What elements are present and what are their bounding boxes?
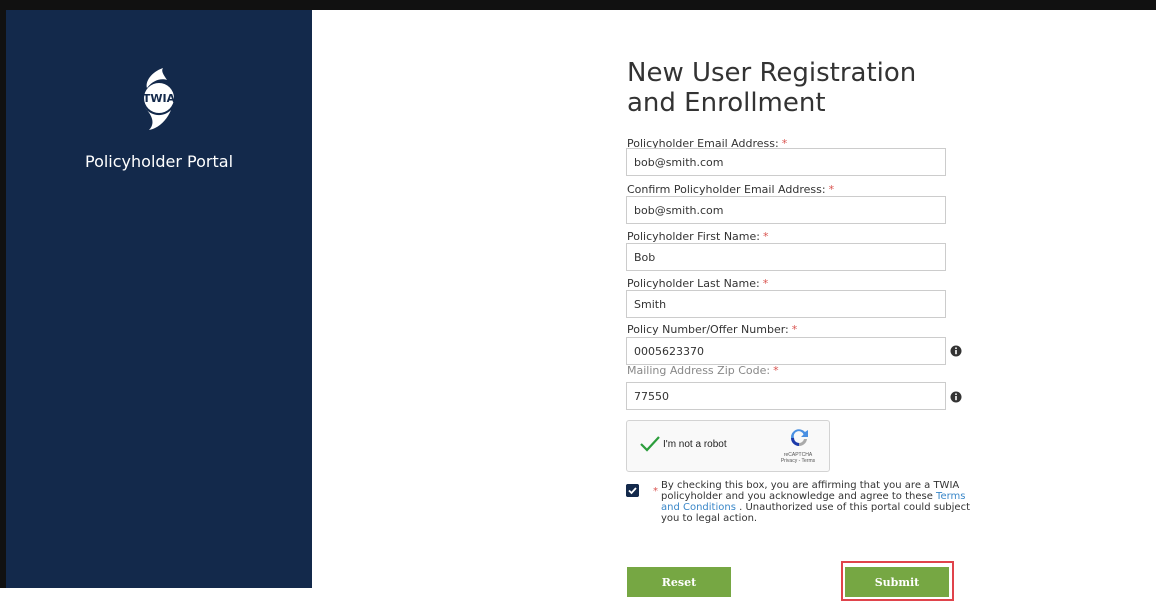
page-title: New User Registration and Enrollment: [627, 58, 967, 118]
reset-button[interactable]: Reset: [627, 567, 731, 597]
info-icon[interactable]: [950, 345, 962, 357]
required-marker: *: [653, 486, 658, 497]
policy-number-field[interactable]: [626, 337, 946, 365]
info-icon[interactable]: [950, 391, 962, 403]
required-marker: *: [762, 277, 769, 290]
captcha-label: I'm not a robot: [663, 439, 727, 450]
confirm-email-label: Confirm Policyholder Email Address: *: [627, 183, 835, 196]
recaptcha-logo-icon: [790, 429, 808, 447]
last-name-label: Policyholder Last Name: *: [627, 277, 769, 290]
first-name-label: Policyholder First Name: *: [627, 230, 769, 243]
logo-text: TWIA: [143, 92, 176, 105]
recaptcha-widget[interactable]: I'm not a robot reCAPTCHA Privacy - Term…: [626, 420, 830, 472]
agreement-checkbox[interactable]: [626, 484, 639, 497]
checkmark-icon[interactable]: [639, 435, 661, 453]
recaptcha-links[interactable]: Privacy - Terms: [767, 458, 829, 464]
required-marker: *: [791, 323, 798, 336]
confirm-email-field[interactable]: [626, 196, 946, 224]
page-title-line1: New User Registration: [627, 58, 917, 88]
last-name-field[interactable]: [626, 290, 946, 318]
window-top-border: [0, 0, 1156, 10]
email-field[interactable]: [626, 148, 946, 176]
agreement-text: By checking this box, you are affirming …: [661, 480, 970, 524]
twia-logo: TWIA: [143, 68, 176, 130]
recaptcha-brand: reCAPTCHA Privacy - Terms: [767, 452, 829, 464]
submit-button[interactable]: Submit: [845, 567, 949, 597]
sidebar: TWIA Policyholder Portal: [6, 10, 312, 588]
zip-code-field[interactable]: [626, 382, 946, 410]
portal-title: Policyholder Portal: [84, 152, 234, 171]
first-name-field[interactable]: [626, 243, 946, 271]
policy-number-label: Policy Number/Offer Number: *: [627, 323, 798, 336]
page-title-line2: and Enrollment: [627, 88, 826, 118]
required-marker: *: [762, 230, 769, 243]
required-marker: *: [773, 364, 779, 377]
required-marker: *: [828, 183, 835, 196]
zip-code-label: Mailing Address Zip Code: *: [627, 364, 779, 377]
